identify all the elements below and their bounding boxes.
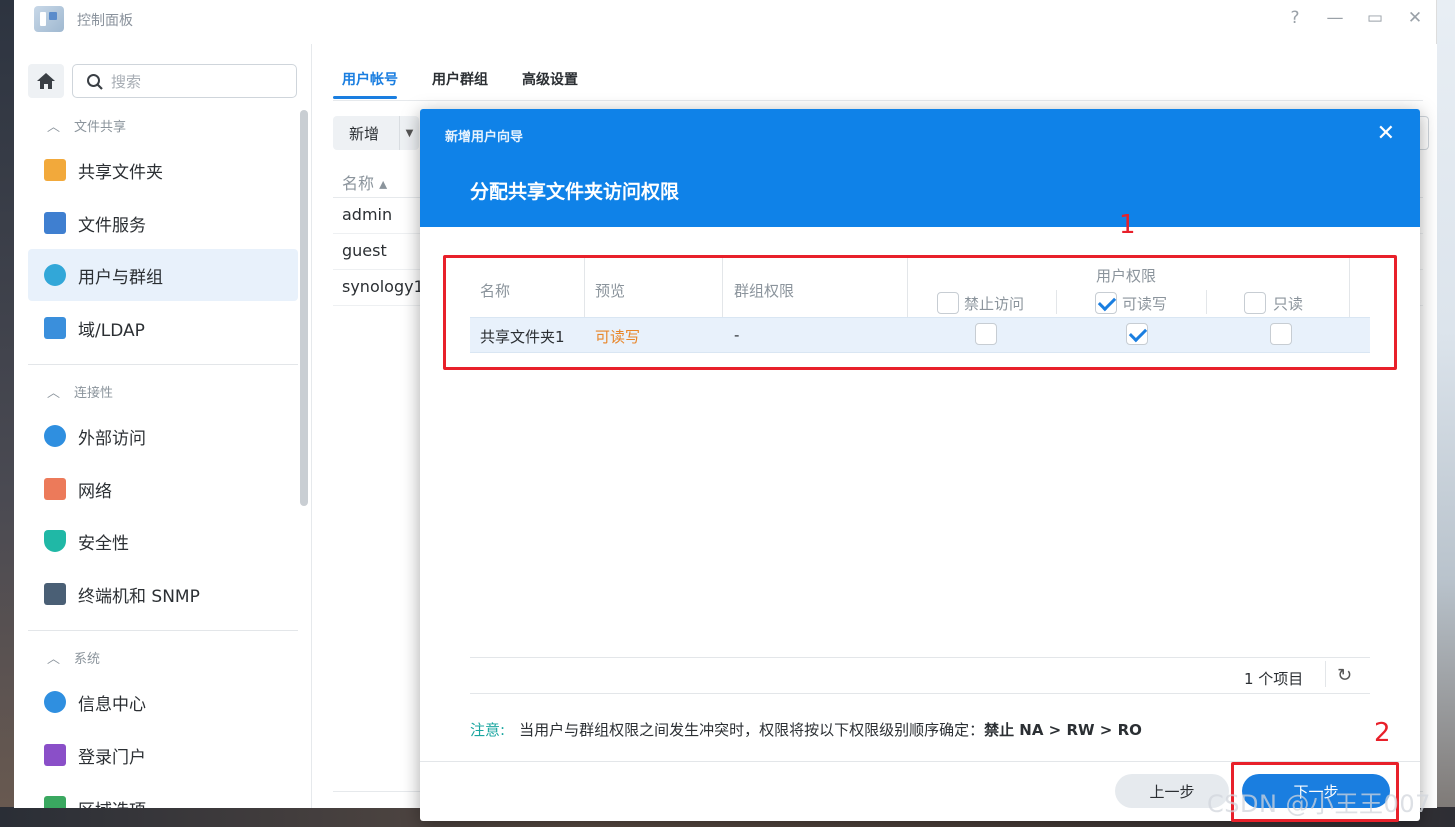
- sidebar-item-label: 文件服务: [78, 215, 146, 236]
- sidebar-scrollbar[interactable]: [300, 110, 308, 506]
- wizard-header: 新增用户向导 分配共享文件夹访问权限 ✕: [420, 109, 1420, 227]
- tab-user-accounts[interactable]: 用户帐号: [342, 69, 398, 89]
- network-home-icon: [44, 478, 66, 500]
- section-label: 系统: [74, 652, 101, 667]
- sidebar-item-shared-folder[interactable]: 共享文件夹: [28, 144, 298, 196]
- file-services-icon: [44, 212, 66, 234]
- watermark: CSDN @小王王007: [1207, 790, 1431, 818]
- dropdown-arrow-icon[interactable]: ▼: [399, 116, 419, 150]
- pager-separator: [1325, 661, 1326, 687]
- search-field[interactable]: [72, 64, 297, 98]
- tab-user-groups[interactable]: 用户群组: [432, 69, 488, 89]
- sidebar-item-domain-ldap[interactable]: 域/LDAP: [28, 302, 298, 354]
- sidebar-item-label: 登录门户: [78, 747, 146, 768]
- section-connectivity[interactable]: ︿ 连接性: [47, 382, 113, 401]
- sidebar-item-terminal-snmp[interactable]: 终端机和 SNMP: [28, 568, 298, 620]
- search-input[interactable]: [111, 71, 286, 93]
- note-label: 注意:: [470, 721, 506, 739]
- control-panel-app-icon: [34, 6, 64, 32]
- users-icon: [44, 264, 66, 286]
- new-button-label: 新增: [349, 124, 380, 143]
- create-user-wizard-dialog: 新增用户向导 分配共享文件夹访问权限 ✕ 名称 预览 群组权限 用户权限 禁止访…: [420, 109, 1420, 821]
- divider: [28, 630, 298, 631]
- close-icon[interactable]: ✕: [1377, 121, 1395, 146]
- maximize-icon[interactable]: ▭: [1364, 8, 1386, 28]
- minimize-icon[interactable]: —: [1324, 8, 1346, 28]
- window-title: 控制面板: [77, 13, 133, 29]
- sidebar-item-label: 安全性: [78, 533, 129, 554]
- annotation-label-1: 1: [1119, 210, 1136, 240]
- sidebar-item-login-portal[interactable]: 登录门户: [28, 729, 298, 781]
- item-count: 1 个项目: [1244, 670, 1304, 688]
- search-icon: [87, 74, 103, 90]
- home-icon: [37, 73, 55, 89]
- sidebar-item-label: 网络: [78, 481, 112, 502]
- annotation-label-2: 2: [1374, 718, 1391, 748]
- section-label: 连接性: [74, 386, 114, 401]
- active-tab-indicator: [333, 96, 397, 99]
- divider: [28, 364, 298, 365]
- tab-divider: [333, 100, 1423, 101]
- sidebar-item-regional-options[interactable]: 区域选项: [28, 782, 298, 808]
- chevron-up-icon: ︿: [47, 120, 61, 135]
- domain-icon: [44, 317, 66, 339]
- pager-bottom-divider: [470, 693, 1370, 694]
- external-access-icon: [44, 425, 66, 447]
- note-text: 当用户与群组权限之间发生冲突时，权限将按以下权限级别顺序确定：: [519, 721, 985, 739]
- sidebar-item-label: 信息中心: [78, 694, 146, 715]
- terminal-icon: [44, 583, 66, 605]
- section-system[interactable]: ︿ 系统: [47, 648, 100, 667]
- titlebar: 控制面板 ? — ▭ ✕: [14, 0, 1436, 40]
- section-file-sharing[interactable]: ︿ 文件共享: [47, 116, 126, 135]
- login-portal-icon: [44, 744, 66, 766]
- sidebar-item-external-access[interactable]: 外部访问: [28, 410, 298, 462]
- refresh-icon[interactable]: ↻: [1337, 665, 1352, 686]
- chevron-up-icon: ︿: [47, 386, 61, 401]
- sidebar-item-label: 用户与群组: [78, 267, 163, 288]
- sidebar-item-label: 终端机和 SNMP: [78, 586, 200, 607]
- conflict-note: 注意: 当用户与群组权限之间发生冲突时，权限将按以下权限级别顺序确定：禁止 NA …: [470, 719, 1142, 740]
- folder-icon: [44, 159, 66, 181]
- sidebar: ︿ 文件共享 共享文件夹 文件服务 用户与群组 域/LDAP ︿ 连接性 外部访…: [14, 44, 312, 808]
- home-button[interactable]: [28, 64, 64, 98]
- sidebar-item-label: 共享文件夹: [78, 162, 163, 183]
- sidebar-item-label: 区域选项: [78, 796, 146, 808]
- sidebar-item-label: 外部访问: [78, 428, 146, 449]
- info-icon: [44, 691, 66, 713]
- sidebar-item-label: 域/LDAP: [78, 320, 145, 341]
- sidebar-item-file-services[interactable]: 文件服务: [28, 197, 298, 249]
- note-priority: 禁止 NA > RW > RO: [984, 721, 1142, 739]
- regional-icon: [44, 796, 66, 808]
- sidebar-item-security[interactable]: 安全性: [28, 515, 298, 567]
- pager-top-divider: [470, 657, 1370, 658]
- desktop-background-left: [0, 0, 14, 827]
- help-icon[interactable]: ?: [1284, 8, 1306, 28]
- close-window-icon[interactable]: ✕: [1404, 8, 1426, 28]
- sidebar-item-info-center[interactable]: 信息中心: [28, 676, 298, 728]
- wizard-title: 新增用户向导: [445, 130, 524, 145]
- annotation-box-1: [443, 255, 1397, 370]
- section-label: 文件共享: [74, 120, 127, 135]
- sidebar-item-users-groups[interactable]: 用户与群组: [28, 249, 298, 301]
- tab-advanced-settings[interactable]: 高级设置: [522, 69, 578, 89]
- chevron-up-icon: ︿: [47, 652, 61, 667]
- shield-icon: [44, 530, 66, 552]
- wizard-step-heading: 分配共享文件夹访问权限: [470, 181, 680, 203]
- sidebar-item-network[interactable]: 网络: [28, 463, 298, 515]
- desktop-background-right: [1437, 0, 1455, 827]
- new-button[interactable]: 新增 ▼: [333, 116, 419, 150]
